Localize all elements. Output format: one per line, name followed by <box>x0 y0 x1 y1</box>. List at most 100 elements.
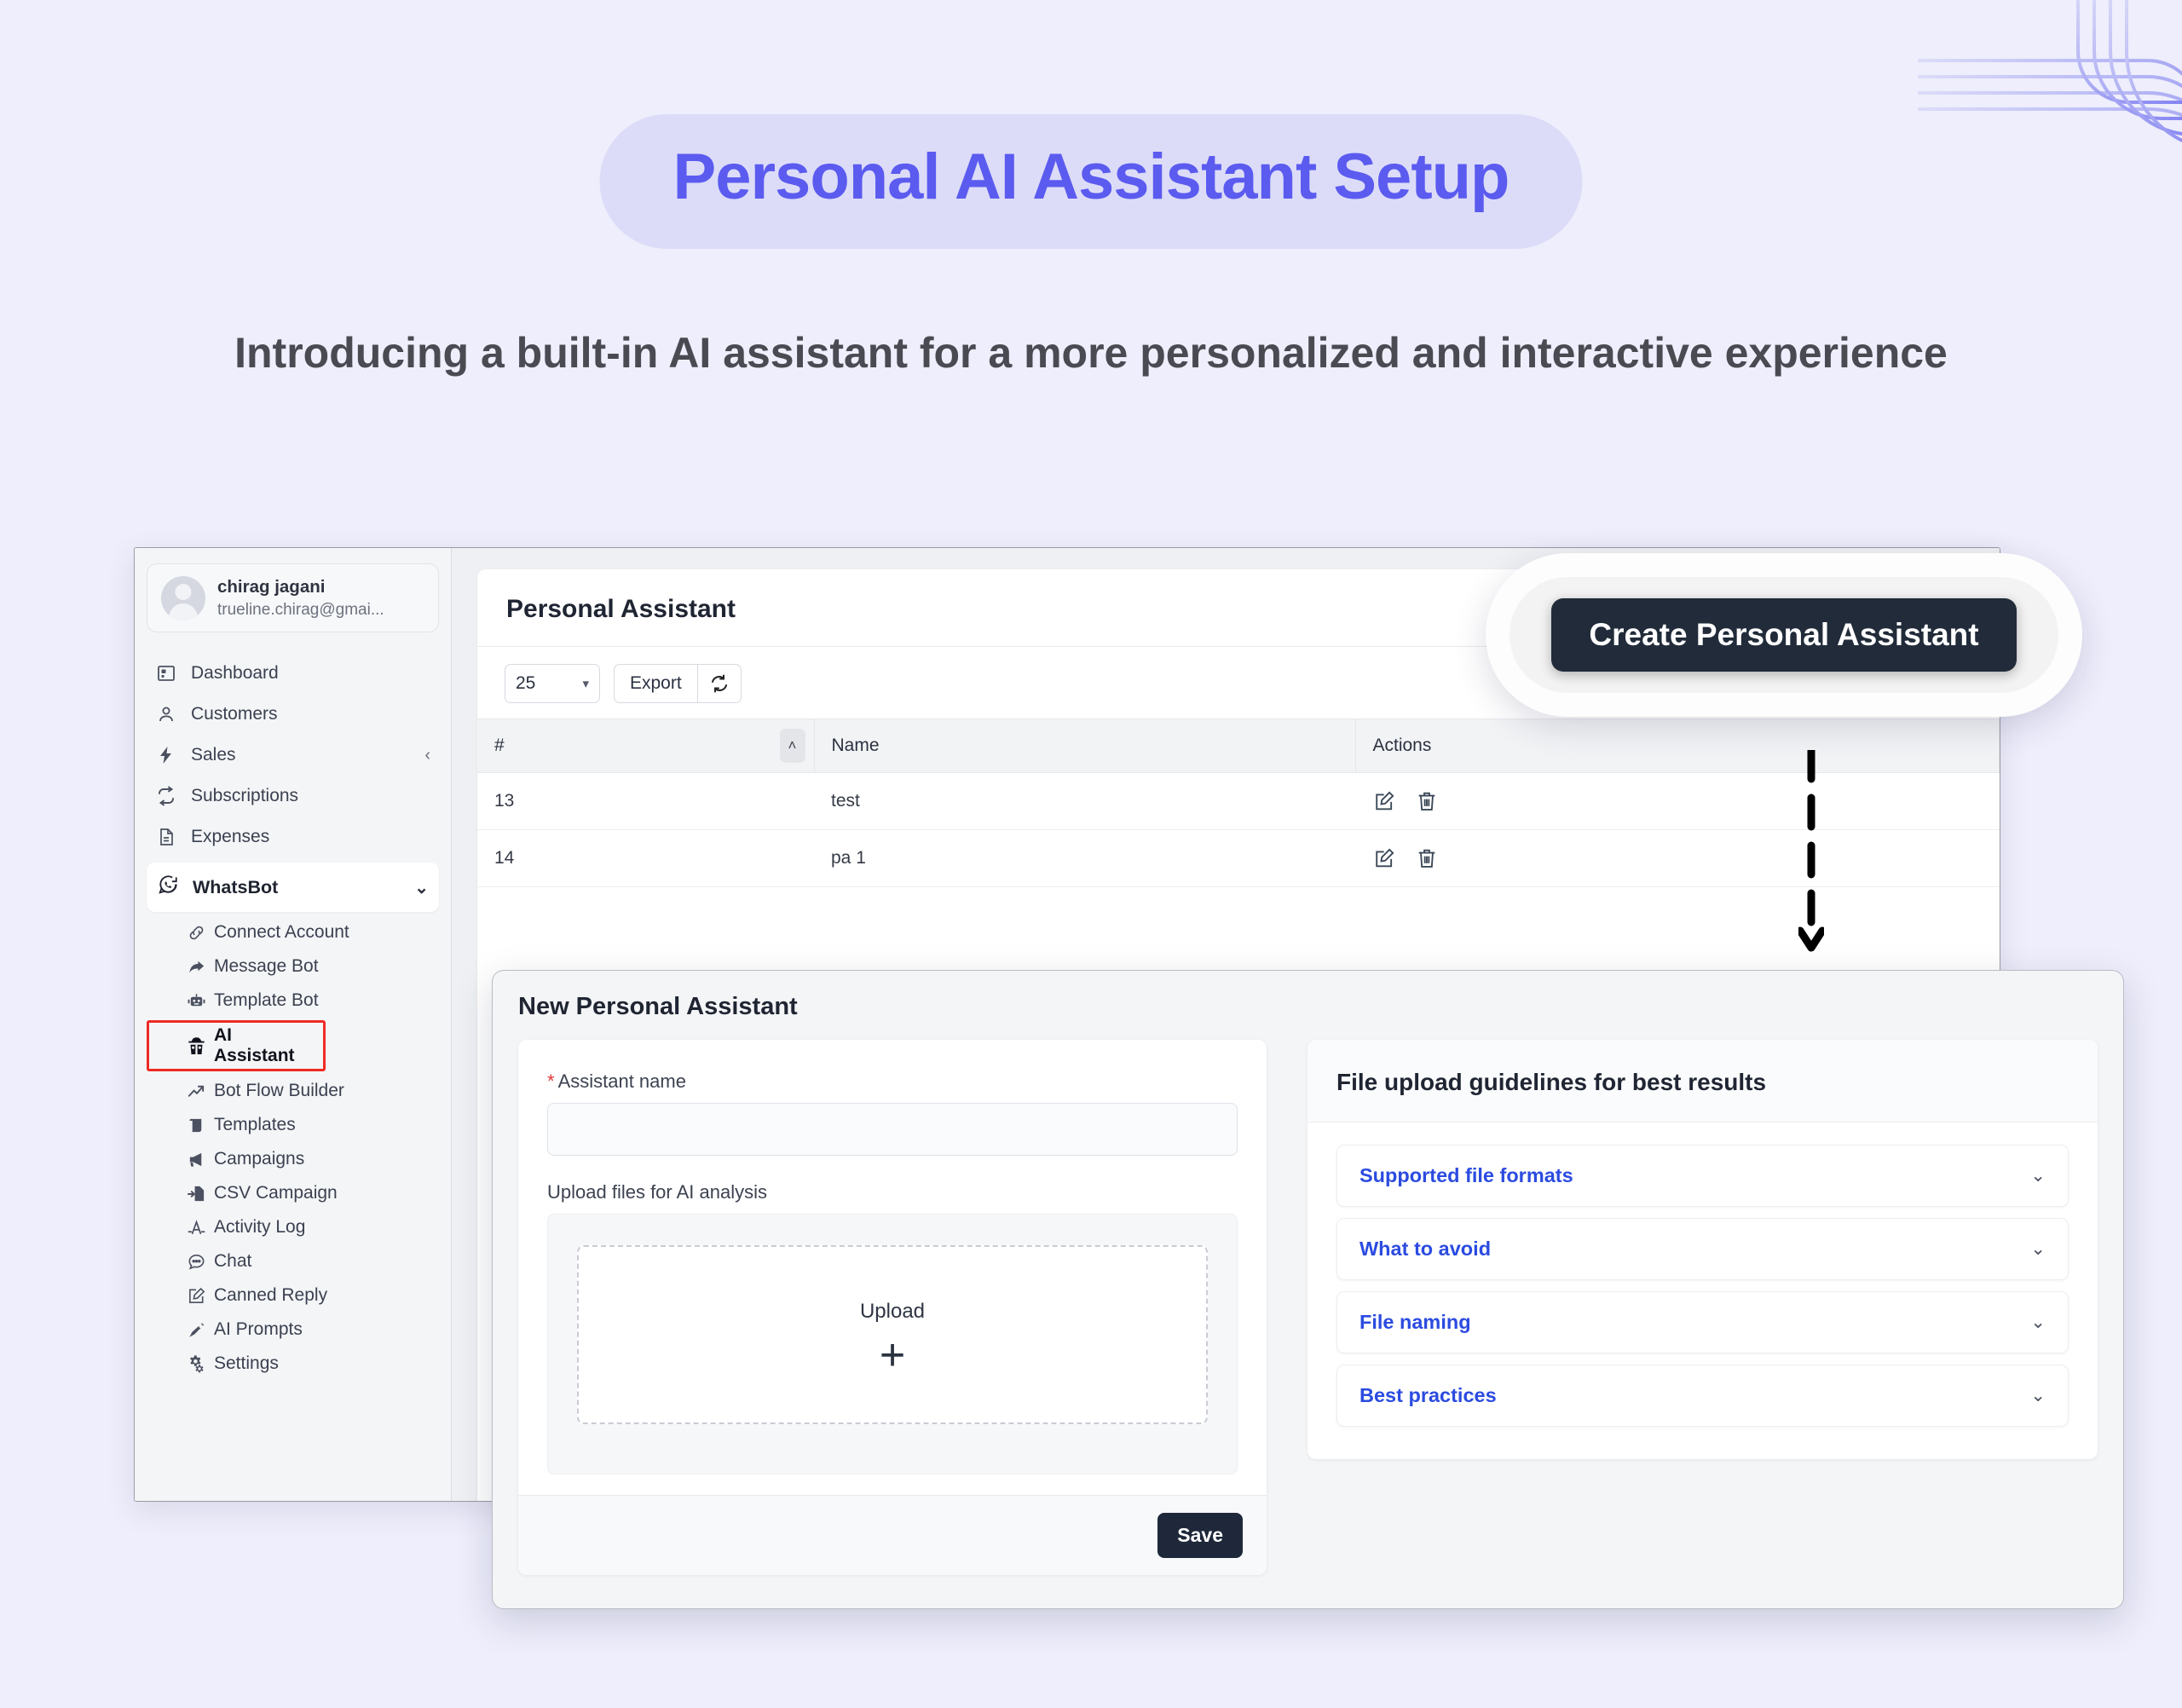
file-dropzone[interactable]: Upload + <box>577 1245 1208 1424</box>
assistant-name-input[interactable] <box>547 1103 1238 1156</box>
sidebar-item-label: Subscriptions <box>191 786 299 806</box>
csv-import-icon <box>184 1181 208 1205</box>
sidebar-item-customers[interactable]: Customers <box>147 694 439 735</box>
sidebar-subitem-label: AI Prompts <box>214 1319 303 1340</box>
sidebar-group-whatsbot[interactable]: WhatsBot ⌄ <box>147 863 439 913</box>
scroll-icon <box>184 1113 208 1137</box>
accordion-label: Best practices <box>1359 1384 1497 1406</box>
dropzone-label: Upload <box>859 1300 926 1324</box>
save-button[interactable]: Save <box>1157 1513 1243 1558</box>
accordion-item-best-practices[interactable]: Best practices ⌄ <box>1336 1365 2069 1427</box>
sidebar-subitem-label: CSV Campaign <box>214 1183 338 1203</box>
column-header-name[interactable]: Name <box>814 718 1356 773</box>
sidebar-item-ai-prompts[interactable]: AI Prompts <box>147 1313 439 1347</box>
sidebar-subitem-label: Chat <box>214 1251 252 1272</box>
recurring-icon <box>155 785 177 807</box>
cell-actions <box>1355 829 2000 887</box>
sidebar-item-bot-flow-builder[interactable]: Bot Flow Builder <box>147 1074 439 1108</box>
sidebar-subitem-label: Template Bot <box>214 990 319 1011</box>
page-size-select[interactable]: 25 ▾ <box>505 664 600 703</box>
sidebar-subitem-label: Settings <box>214 1353 279 1374</box>
pen-nib-icon <box>184 1318 208 1342</box>
toolbar-button-group: Export <box>614 664 742 703</box>
table-row[interactable]: 13 test <box>477 772 2000 830</box>
create-personal-assistant-button[interactable]: Create Personal Assistant <box>1551 598 2017 672</box>
chevron-down-icon[interactable]: ⌄ <box>2030 1165 2046 1186</box>
avatar <box>161 575 205 620</box>
sidebar-item-campaigns[interactable]: Campaigns <box>147 1142 439 1176</box>
megaphone-icon <box>184 1147 208 1171</box>
required-marker: * <box>547 1070 555 1092</box>
chevron-down-icon[interactable]: ⌄ <box>414 877 429 898</box>
column-header-actions: Actions <box>1355 718 2000 773</box>
user-card[interactable]: chirag jagani trueline.chirag@gmai... <box>147 563 439 633</box>
sidebar-item-label: Customers <box>191 704 278 724</box>
sidebar-item-sales[interactable]: Sales ‹ <box>147 735 439 776</box>
page-title-pill: Personal AI Assistant Setup <box>599 114 1583 249</box>
sidebar-subitem-label: Templates <box>214 1115 296 1135</box>
accordion-item-file-naming[interactable]: File naming ⌄ <box>1336 1291 2069 1353</box>
guidelines-header: File upload guidelines for best results <box>1307 1040 2098 1122</box>
edit-icon[interactable] <box>1372 846 1396 870</box>
column-header-num[interactable]: # ˄ <box>477 718 815 773</box>
user-icon <box>155 703 177 725</box>
chat-bubble-icon <box>184 1249 208 1273</box>
assistant-name-label-text: Assistant name <box>557 1070 686 1092</box>
sidebar-item-connect-account[interactable]: Connect Account <box>147 915 439 949</box>
cell-num: 13 <box>477 772 814 830</box>
accordion-label: Supported file formats <box>1359 1164 1573 1186</box>
sidebar-subitem-label: Activity Log <box>214 1217 306 1238</box>
sidebar-item-settings[interactable]: Settings <box>147 1347 439 1381</box>
robot-icon <box>184 989 208 1013</box>
sidebar-subitem-label: Campaigns <box>214 1149 305 1169</box>
sidebar-item-templates[interactable]: Templates <box>147 1108 439 1142</box>
cell-actions <box>1355 772 2000 830</box>
chevron-down-icon[interactable]: ⌄ <box>2030 1312 2046 1333</box>
sidebar-item-csv-campaign[interactable]: CSV Campaign <box>147 1176 439 1210</box>
sidebar-item-chat[interactable]: Chat <box>147 1244 439 1278</box>
refresh-icon[interactable] <box>696 664 742 703</box>
dashboard-icon <box>155 662 177 684</box>
chevron-down-icon[interactable]: ⌄ <box>2030 1385 2046 1406</box>
dashed-arrow-icon <box>1798 750 1824 952</box>
sidebar-subitem-label: AI Assistant <box>214 1025 295 1066</box>
upload-label: Upload files for AI analysis <box>547 1181 768 1203</box>
chevron-down-icon: ▾ <box>582 677 589 691</box>
delete-icon[interactable] <box>1415 846 1439 870</box>
sidebar-item-expenses[interactable]: Expenses <box>147 816 439 857</box>
page-title: Personal AI Assistant Setup <box>672 141 1510 213</box>
accordion-item-what-to-avoid[interactable]: What to avoid ⌄ <box>1336 1218 2069 1280</box>
sidebar-item-template-bot[interactable]: Template Bot <box>147 984 439 1018</box>
accordion-item-supported-file-formats[interactable]: Supported file formats ⌄ <box>1336 1145 2069 1207</box>
sidebar-item-dashboard[interactable]: Dashboard <box>147 653 439 694</box>
assistant-name-label: * Assistant name <box>547 1070 1238 1093</box>
table-row[interactable]: 14 pa 1 <box>477 829 2000 887</box>
sidebar-item-canned-reply[interactable]: Canned Reply <box>147 1278 439 1313</box>
delete-icon[interactable] <box>1415 789 1439 813</box>
dialog-title: New Personal Assistant <box>518 993 798 1020</box>
chevron-down-icon[interactable]: ⌄ <box>2030 1238 2046 1260</box>
sidebar-item-activity-log[interactable]: Activity Log <box>147 1210 439 1244</box>
table-header-row: # ˄ Name Actions <box>477 718 2000 773</box>
dialog-footer: Save <box>518 1495 1267 1575</box>
page-size-value: 25 <box>516 673 536 693</box>
cell-name: test <box>814 772 1355 830</box>
user-email: trueline.chirag@gmai... <box>217 600 384 619</box>
sidebar-item-label: Dashboard <box>191 663 279 684</box>
bolt-icon <box>155 744 177 766</box>
export-button[interactable]: Export <box>614 664 697 703</box>
edit-icon[interactable] <box>1372 789 1396 813</box>
cell-name: pa 1 <box>814 829 1355 887</box>
sidebar-item-subscriptions[interactable]: Subscriptions <box>147 776 439 816</box>
cell-num: 14 <box>477 829 814 887</box>
chevron-left-icon[interactable]: ‹ <box>424 746 430 765</box>
sort-ascending-icon[interactable]: ˄ <box>779 729 805 763</box>
sidebar-item-label: Sales <box>191 745 236 765</box>
sidebar-item-message-bot[interactable]: Message Bot <box>147 949 439 984</box>
spy-icon <box>184 1034 208 1058</box>
decorative-arcs <box>1918 0 2182 143</box>
accordion-label: File naming <box>1359 1311 1471 1333</box>
forward-arrow-icon <box>184 955 208 978</box>
sidebar-item-label: Expenses <box>191 827 270 847</box>
sidebar-item-ai-assistant[interactable]: AI Assistant <box>147 1020 326 1072</box>
